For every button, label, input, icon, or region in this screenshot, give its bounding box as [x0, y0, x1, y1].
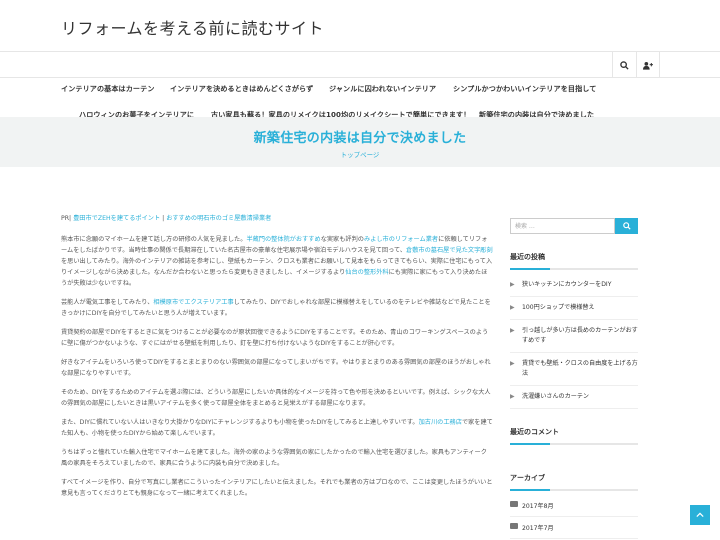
recent-post-item[interactable]: ▶ 100円ショップで模様替え: [510, 297, 638, 320]
inline-link[interactable]: 半蔵門の整体院がおすすめ: [246, 236, 320, 243]
paragraph-text: な実家も評判の: [320, 236, 364, 243]
archive-link[interactable]: 2017年8月: [522, 503, 554, 510]
article-paragraph: すべてイメージを作り、自分で写真にし業者にこういったインテリアにしたいと伝えまし…: [61, 479, 493, 497]
article-paragraph: そのため、DIYをするためのアイテムを選ぶ際には、どういう部屋にしたいか具体的な…: [61, 389, 491, 407]
pr-links: PR| 豊田市でZEHを建てるポイント | おすすめの明石市のゴミ屋敷清掃業者: [61, 213, 493, 224]
pr-prefix: PR|: [61, 215, 72, 222]
inline-link[interactable]: 仙台の整形外科: [345, 269, 388, 276]
search-icon: [620, 60, 629, 70]
menu-item[interactable]: ジャンルに囚われないインテリア: [329, 84, 436, 94]
chevron-right-icon: ▶: [510, 360, 515, 367]
article-paragraph: 好きなアイテムをいろいろ使ってDIYをするとまとまりのない雰囲気の部屋になってし…: [61, 359, 491, 377]
menu-item[interactable]: シンプルかつかわいいインテリアを目指して: [453, 84, 596, 94]
chevron-up-icon: [696, 512, 704, 518]
paragraph-text: また、DIYに慣れていない人はいきなり大掛かりなDIYにチャレンジするよりも小物…: [61, 419, 419, 426]
menu-item[interactable]: インテリアの基本はカーテン: [61, 84, 155, 94]
page-title: 新築住宅の内装は自分で決めました: [253, 131, 467, 146]
menu-row-1: インテリアの基本はカーテン インテリアを決めるときはめんどくさがらず ジャンルに…: [0, 78, 720, 98]
recent-post-link[interactable]: 狭いキッチンにカウンターをDIY: [522, 281, 611, 288]
archive-link[interactable]: 2017年7月: [522, 525, 554, 532]
recent-post-item[interactable]: ▶ 引っ越しが多い方は長めのカーテンがおすすめです: [510, 320, 638, 353]
folder-icon: [510, 501, 518, 507]
recent-post-link[interactable]: 洗濯嫌いさんのカーテン: [522, 393, 589, 400]
search-toggle-button[interactable]: [612, 52, 636, 78]
sidebar: 最近の投稿 ▶ 狭いキッチンにカウンターをDIY ▶ 100円ショップで模様替え ▶…: [510, 218, 638, 539]
search-icon: [622, 222, 631, 230]
chevron-right-icon: ▶: [510, 393, 515, 400]
sidebar-search: [510, 218, 638, 234]
site-header: リフォームを考える前に読むサイト: [0, 0, 720, 52]
inline-link[interactable]: 倉敷市の墓石屋で見た文字彫刻: [406, 247, 493, 254]
page-header: 新築住宅の内装は自分で決めました トップページ: [0, 117, 720, 167]
article-paragraph: 芸能人が電気工事をしてみたり、相模原市でエクステリア工事してみたり、DIYでおし…: [61, 297, 493, 319]
article-paragraph: また、DIYに慣れていない人はいきなり大掛かりなDIYにチャレンジするよりも小物…: [61, 417, 493, 439]
archive-list: 2017年8月 2017年7月: [510, 495, 638, 539]
archive-item[interactable]: 2017年8月: [510, 495, 638, 517]
pr-separator: |: [162, 215, 165, 222]
chevron-right-icon: ▶: [510, 327, 515, 334]
paragraph-text: 熊本市に念願のマイホームを建て話し方の研修の人気を見ました。: [61, 236, 247, 243]
article-paragraph: 賃貸契約の部屋でDIYをするときに気をつけることが必要なのが原状回復できるように…: [61, 329, 489, 347]
recent-post-link[interactable]: 引っ越しが多い方は長めのカーテンがおすすめです: [522, 327, 638, 344]
inline-link[interactable]: 相模原市でエクステリア工事: [153, 299, 233, 306]
inline-link[interactable]: みよし市のリフォーム業者: [364, 236, 438, 243]
recent-post-item[interactable]: ▶ 洗濯嫌いさんのカーテン: [510, 386, 638, 409]
archive-title: アーカイブ: [510, 473, 638, 491]
user-plus-icon: [643, 61, 653, 70]
chevron-right-icon: ▶: [510, 281, 515, 288]
recent-post-link[interactable]: 100円ショップで模様替え: [522, 304, 595, 311]
article-content: PR| 豊田市でZEHを建てるポイント | おすすめの明石市のゴミ屋敷清掃業者 …: [61, 213, 493, 507]
recent-posts-list: ▶ 狭いキッチンにカウンターをDIY ▶ 100円ショップで模様替え ▶ 引っ越しが多…: [510, 274, 638, 409]
menu-item[interactable]: インテリアを決めるときはめんどくさがらず: [170, 84, 313, 94]
article-paragraph: うちはずっと憧れていた輸入住宅でマイホームを建てました。海外の家のような雰囲気の…: [61, 449, 487, 467]
back-to-top-button[interactable]: [690, 505, 710, 525]
article-paragraph: 熊本市に念願のマイホームを建て話し方の研修の人気を見ました。半蔵門の整体院がおす…: [61, 234, 493, 289]
archive-item[interactable]: 2017年7月: [510, 517, 638, 539]
user-plus-button[interactable]: [636, 52, 660, 78]
recent-post-item[interactable]: ▶ 賃貸でも壁紙・クロスの自由度を上げる方法: [510, 353, 638, 386]
breadcrumb[interactable]: トップページ: [0, 149, 720, 159]
search-submit-button[interactable]: [615, 218, 638, 234]
recent-posts-title: 最近の投稿: [510, 252, 638, 270]
toolbar: [0, 52, 720, 78]
recent-post-link[interactable]: 賃貸でも壁紙・クロスの自由度を上げる方法: [522, 360, 638, 377]
inline-link[interactable]: 加古川の工務店: [419, 419, 462, 426]
pr-link[interactable]: 豊田市でZEHを建てるポイント: [73, 215, 160, 222]
site-title[interactable]: リフォームを考える前に読むサイト: [61, 15, 324, 39]
paragraph-text: 芸能人が電気工事をしてみたり、: [61, 299, 154, 306]
folder-icon: [510, 523, 518, 529]
search-input[interactable]: [510, 218, 615, 234]
recent-comments-title: 最近のコメント: [510, 427, 638, 445]
chevron-right-icon: ▶: [510, 304, 515, 311]
pr-link[interactable]: おすすめの明石市のゴミ屋敷清掃業者: [166, 215, 271, 222]
recent-post-item[interactable]: ▶ 狭いキッチンにカウンターをDIY: [510, 274, 638, 297]
